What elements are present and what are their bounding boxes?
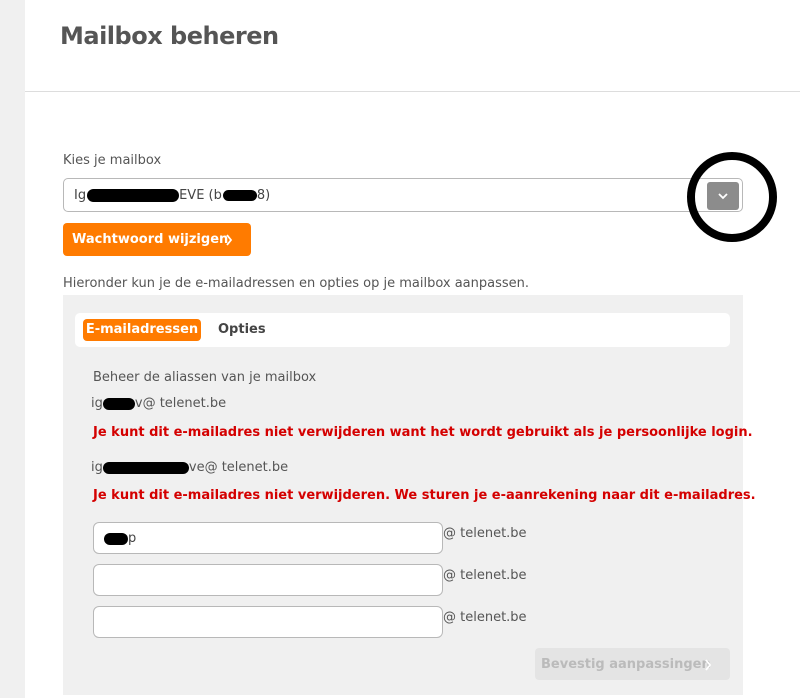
redaction <box>222 190 257 201</box>
redaction <box>102 397 135 410</box>
mailbox-select-label: Kies je mailbox <box>63 153 162 168</box>
settings-panel: E-mailadressen Opties Beheer de aliassen… <box>63 295 756 695</box>
mailbox-select-value: Ig EVE (b 8) <box>74 188 271 203</box>
alias-domain-1: @ telenet.be <box>443 526 527 541</box>
alias-input-1[interactable]: p <box>93 522 443 554</box>
alias-warning-1: Je kunt dit e-mailadres niet verwijderen… <box>93 425 753 440</box>
tab-opties[interactable]: Opties <box>218 319 266 341</box>
alias-input-2[interactable] <box>93 564 443 596</box>
page-header: Mailbox beheren <box>25 0 800 92</box>
page-title: Mailbox beheren <box>60 22 279 50</box>
intro-text: Hieronder kun je de e-mailadressen en op… <box>63 276 530 291</box>
alias-warning-2: Je kunt dit e-mailadres niet verwijderen… <box>93 488 756 503</box>
tab-bar: E-mailadressen Opties <box>75 313 730 347</box>
confirm-changes-button[interactable]: Bevestig aanpassingen <box>535 648 730 680</box>
alias-address-1: ig v@ telenet.be <box>91 396 227 411</box>
tab-e-mailadressen[interactable]: E-mailadressen <box>83 319 201 341</box>
mailbox-select-toggle[interactable] <box>707 182 739 210</box>
chevron-right-icon <box>226 234 233 246</box>
mailbox-select[interactable]: Ig EVE (b 8) <box>63 178 743 212</box>
change-password-label: Wachtwoord wijzigen <box>72 232 229 247</box>
chevron-down-icon <box>718 193 728 200</box>
redaction <box>102 461 189 474</box>
aliases-heading: Beheer de aliassen van je mailbox <box>93 370 317 385</box>
alias-input-3[interactable] <box>93 606 443 638</box>
alias-input-1-value: p <box>104 531 136 546</box>
alias-address-2: ig ve@ telenet.be <box>91 460 289 475</box>
confirm-changes-label: Bevestig aanpassingen <box>541 657 711 672</box>
left-rail <box>0 0 25 698</box>
alias-domain-2: @ telenet.be <box>443 568 527 583</box>
redaction <box>87 189 180 202</box>
redaction <box>104 532 128 545</box>
chevron-right-icon <box>705 659 712 671</box>
change-password-button[interactable]: Wachtwoord wijzigen <box>63 223 251 256</box>
alias-domain-3: @ telenet.be <box>443 610 527 625</box>
